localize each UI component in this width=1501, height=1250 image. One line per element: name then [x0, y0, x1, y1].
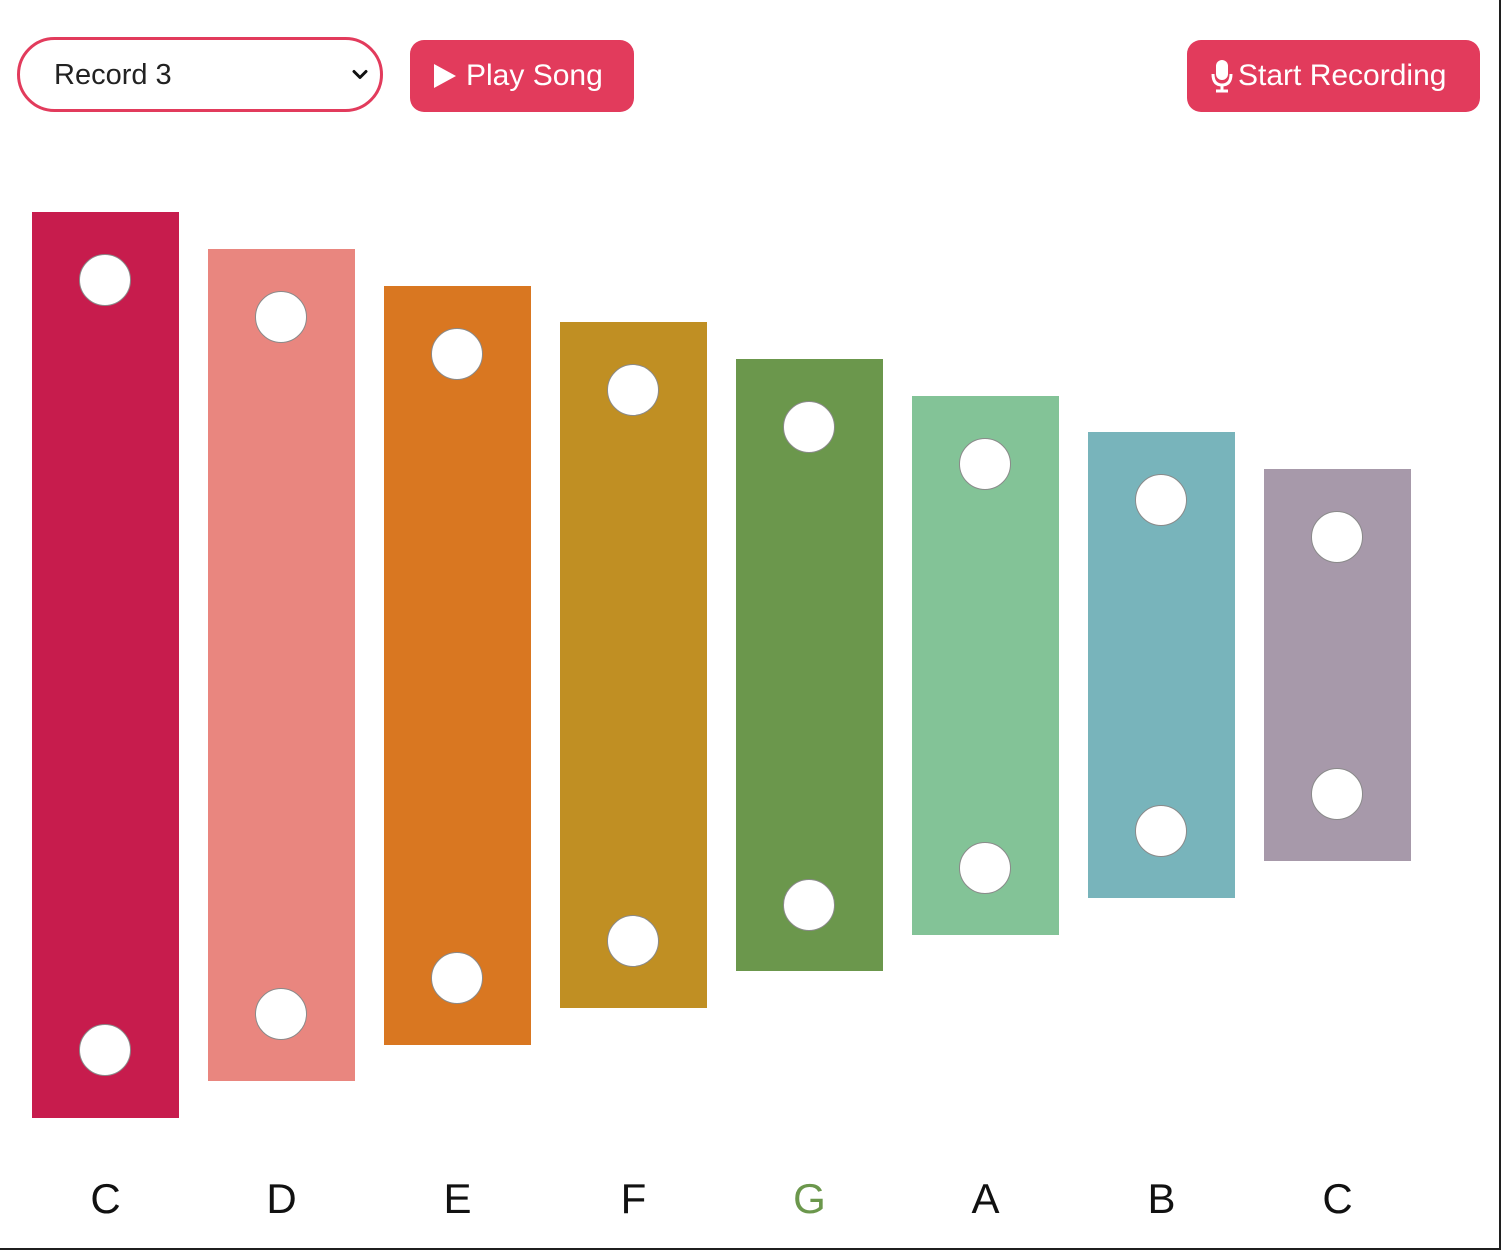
play-song-label: Play Song [466, 59, 603, 92]
start-recording-label: Start Recording [1238, 59, 1447, 92]
bar-hole-bottom [959, 842, 1011, 894]
record-select[interactable]: Record 3 [20, 40, 380, 109]
note-label-c-high: C [1322, 1175, 1353, 1222]
note-label-c-low: C [90, 1175, 121, 1222]
start-recording-button[interactable]: Start Recording [1187, 40, 1480, 112]
bar-hole-bottom [783, 879, 835, 931]
bar-hole-bottom [1135, 805, 1187, 857]
bar-hole-top [431, 328, 483, 380]
bar-c-low[interactable] [32, 212, 179, 1118]
bar-a[interactable] [912, 396, 1059, 935]
bar-hole-bottom [255, 988, 307, 1040]
play-song-button[interactable]: Play Song [410, 40, 634, 112]
bar-f[interactable] [560, 322, 707, 1008]
bar-hole-top [1311, 511, 1363, 563]
bar-hole-bottom [79, 1024, 131, 1076]
note-label-a: A [971, 1175, 1000, 1222]
bar-hole-bottom [1311, 768, 1363, 820]
bar-e[interactable] [384, 286, 531, 1045]
bar-hole-top [255, 291, 307, 343]
bar-hole-top [959, 438, 1011, 490]
note-label-b: B [1147, 1175, 1176, 1222]
microphone-icon [1211, 60, 1233, 93]
note-label-f: F [620, 1175, 647, 1222]
bar-hole-bottom [431, 952, 483, 1004]
bar-hole-top [1135, 474, 1187, 526]
bar-hole-top [783, 401, 835, 453]
record-select-wrapper: Record 3 [17, 37, 383, 112]
bar-hole-top [79, 254, 131, 306]
note-label-d: D [266, 1175, 297, 1222]
bar-hole-bottom [607, 915, 659, 967]
bar-c-high[interactable] [1264, 469, 1411, 861]
bar-b[interactable] [1088, 432, 1235, 898]
bar-g[interactable] [736, 359, 883, 971]
bar-hole-top [607, 364, 659, 416]
note-label-g: G [793, 1175, 826, 1222]
play-icon [434, 64, 456, 88]
bar-d[interactable] [208, 249, 355, 1081]
note-label-e: E [443, 1175, 472, 1222]
